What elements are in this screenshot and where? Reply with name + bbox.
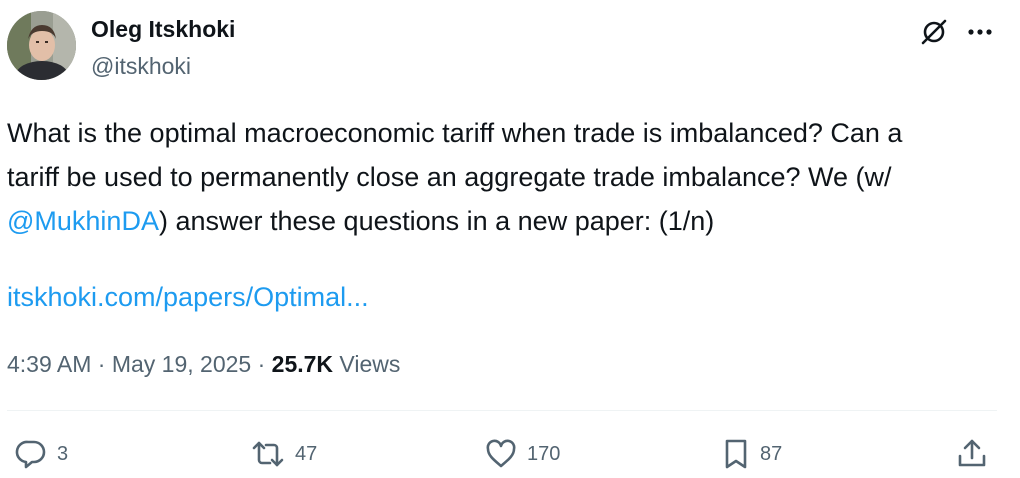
tweet-meta: 4:39 AM · May 19, 2025 · 25.7K Views [7,347,400,381]
meta-separator: · [91,351,112,377]
divider [7,410,997,411]
tweet-text-line: tariff be used to permanently close an a… [7,162,892,192]
tweet-text-line: What is the optimal macroeconomic tariff… [7,118,903,148]
reply-count: 3 [57,442,69,465]
like-count: 170 [527,442,561,465]
tweet-time[interactable]: 4:39 AM [7,351,91,377]
views-count: 25.7K [271,351,334,377]
tweet-text-line: @MukhinDA) answer these questions in a n… [7,199,1007,243]
bookmark-button[interactable]: 87 [721,436,782,472]
heart-icon [484,437,518,471]
tweet: Oleg Itskhoki @itskhoki What is the opti… [0,0,1020,478]
author-handle[interactable]: @itskhoki [91,53,191,80]
avatar-image [7,11,76,80]
avatar[interactable] [7,11,76,80]
like-button[interactable]: 170 [484,436,560,472]
mention-link[interactable]: @MukhinDA [7,206,159,236]
bookmark-icon [721,437,751,471]
tweet-text: What is the optimal macroeconomic tariff… [7,111,1007,243]
external-link[interactable]: itskhoki.com/papers/Optimal... [7,277,369,317]
grok-icon[interactable] [918,16,950,48]
tweet-date[interactable]: May 19, 2025 [112,351,251,377]
share-button[interactable] [955,436,989,472]
tweet-text-rest: ) answer these questions in a new paper:… [158,206,715,236]
retweet-button[interactable]: 47 [250,436,317,472]
retweet-icon [250,437,286,471]
share-icon [955,437,989,471]
reply-icon [14,437,48,471]
meta-separator: · [251,351,272,377]
reply-button[interactable]: 3 [14,436,68,472]
more-icon[interactable] [963,16,997,48]
views-label: Views [333,351,401,377]
bookmark-count: 87 [760,442,783,465]
retweet-count: 47 [295,442,318,465]
author-name[interactable]: Oleg Itskhoki [91,16,235,43]
